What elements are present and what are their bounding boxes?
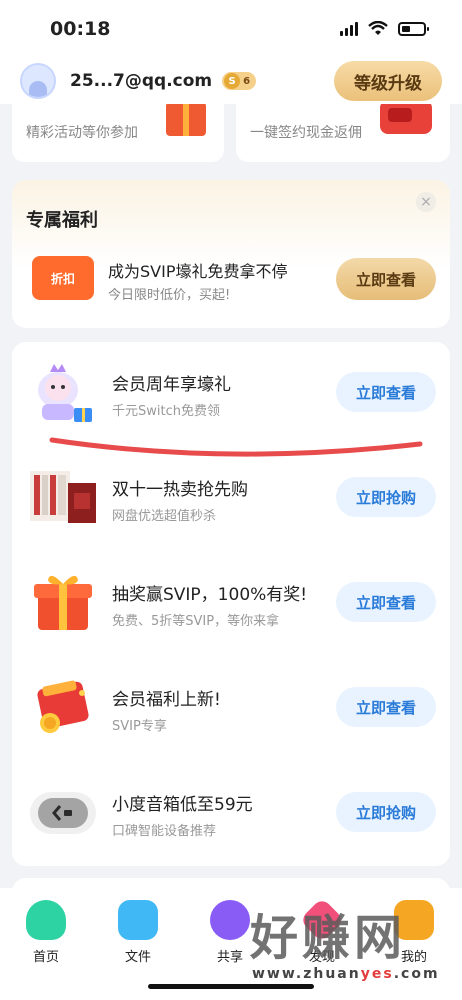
battery-icon	[398, 22, 429, 36]
speaker-icon	[30, 792, 96, 834]
red-envelope-icon	[37, 680, 89, 733]
share-icon	[210, 900, 250, 940]
list-item[interactable]: 小度音箱低至59元 口碑智能设备推荐 立即抢购	[12, 762, 450, 862]
cellular-signal-icon	[340, 22, 358, 36]
gift-box-icon	[34, 575, 92, 630]
view-svip-button[interactable]: 立即查看	[336, 258, 436, 300]
buy-offer-button[interactable]: 立即抢购	[336, 477, 436, 517]
buy-offer-button[interactable]: 立即抢购	[336, 792, 436, 832]
discount-tag-icon: 折扣	[32, 256, 94, 300]
exclusive-benefits-card: 专属福利 × 折扣 成为SVIP壕礼免费拿不停 今日限时低价，买起! 立即查看	[12, 180, 450, 328]
view-offer-button[interactable]: 立即查看	[336, 372, 436, 412]
gift-icon	[166, 104, 206, 136]
svip-mark-icon: S	[224, 73, 241, 89]
exclusive-main-text: 成为SVIP壕礼免费拿不停	[108, 262, 288, 281]
list-item[interactable]: 抽奖赢SVIP，100%有奖! 免费、5折等SVIP，等你来拿 立即查看	[12, 552, 450, 652]
user-header: 25...7@qq.com S 6 等级升级	[0, 58, 462, 104]
exclusive-sub-text: 今日限时低价，买起!	[108, 288, 231, 303]
home-icon	[26, 900, 66, 940]
avatar[interactable]	[20, 63, 56, 99]
activity-card-subtitle: 精彩活动等你参加	[26, 125, 138, 141]
red-envelope-icon	[380, 104, 432, 134]
offer-title: 双十一热卖抢先购	[112, 480, 248, 500]
tab-files[interactable]: 文件	[98, 900, 178, 965]
status-bar: 00:18	[0, 0, 462, 58]
offer-subtitle: 口碑智能设备推荐	[112, 824, 217, 839]
list-item[interactable]: 会员福利上新! SVIP专享 立即查看	[12, 657, 450, 757]
folder-icon	[118, 900, 158, 940]
offer-subtitle: 免费、5折等SVIP，等你来拿	[112, 614, 280, 629]
upgrade-level-button[interactable]: 等级升级	[334, 61, 442, 101]
list-item[interactable]: 会员周年享壕礼 千元Switch免费领 立即查看	[12, 342, 450, 442]
commission-card-subtitle: 一键签约现金返佣	[250, 125, 362, 141]
tab-home[interactable]: 首页	[6, 900, 86, 965]
top-cards-row: 精彩活动等你参加 一键签约现金返佣	[0, 104, 462, 166]
home-indicator	[148, 984, 314, 989]
watermark-logo: 好赚网	[250, 910, 407, 966]
offer-subtitle: 千元Switch免费领	[112, 404, 220, 419]
wifi-icon	[368, 21, 388, 35]
offer-title: 会员福利上新!	[112, 690, 221, 710]
vip-level-number: 6	[243, 75, 251, 87]
offer-subtitle: 网盘优选超值秒杀	[112, 509, 217, 524]
status-icons	[340, 21, 429, 37]
view-offer-button[interactable]: 立即查看	[336, 687, 436, 727]
view-offer-button[interactable]: 立即查看	[336, 582, 436, 622]
offer-subtitle: SVIP专享	[112, 719, 167, 734]
tab-label: 文件	[124, 950, 151, 965]
offer-title: 小度音箱低至59元	[112, 795, 253, 815]
offers-list: 会员周年享壕礼 千元Switch免费领 立即查看 双十一热卖抢先购 网盘优选超值…	[12, 342, 450, 866]
user-email: 25...7@qq.com	[70, 71, 213, 91]
close-icon[interactable]: ×	[416, 192, 436, 212]
vip-level-badge[interactable]: S 6	[222, 72, 257, 90]
commission-card[interactable]: 一键签约现金返佣	[236, 104, 450, 162]
offer-title: 抽奖赢SVIP，100%有奖!	[112, 585, 308, 605]
exclusive-benefits-title: 专属福利	[26, 210, 98, 231]
list-item[interactable]: 双十一热卖抢先购 网盘优选超值秒杀 立即抢购	[12, 447, 450, 547]
status-time: 00:18	[50, 18, 111, 40]
mascot-gift-icon	[38, 364, 92, 422]
activity-card[interactable]: 精彩活动等你参加	[12, 104, 224, 162]
product-boxes-icon	[30, 471, 96, 523]
watermark-url: www.zhuanyes.com	[252, 966, 440, 982]
tab-label: 首页	[32, 950, 59, 965]
offer-title: 会员周年享壕礼	[112, 375, 231, 395]
